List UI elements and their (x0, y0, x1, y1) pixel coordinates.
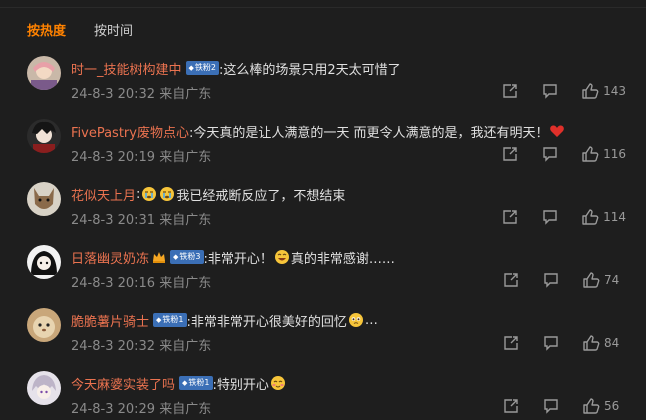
comment-actions: 84 (502, 333, 626, 353)
share-icon[interactable] (501, 82, 519, 100)
avatar[interactable] (27, 119, 61, 153)
comment-line: 日落幽灵奶冻 ◆ 铁粉3 :非常开心！ 真的非常感谢…… (71, 246, 395, 268)
comment-meta: 24-8-3 20:29 来自广东 (71, 402, 212, 417)
blush-emoji-icon (270, 375, 286, 391)
thumbs-up-icon[interactable] (582, 334, 600, 352)
laughing-emoji-icon (274, 249, 290, 265)
tab-by-popularity[interactable]: 按热度 (27, 22, 66, 42)
comment-icon[interactable] (541, 82, 559, 100)
like-count: 74 (604, 273, 620, 287)
like-count: 116 (603, 147, 626, 161)
comment-text: :非常开心！ (203, 251, 273, 267)
comment-meta: 24-8-3 20:19 来自广东 (71, 150, 212, 165)
pleading-emoji-icon (348, 312, 364, 328)
like-count: 56 (604, 399, 620, 413)
username[interactable]: 今天麻婆实装了吗 (71, 374, 175, 393)
comment-icon[interactable] (542, 397, 560, 415)
comment-actions: 74 (502, 270, 626, 290)
avatar[interactable] (27, 371, 61, 405)
like-count: 143 (603, 84, 626, 98)
thumbs-up-icon[interactable] (581, 145, 599, 163)
share-icon[interactable] (502, 334, 520, 352)
comment-item: 脆脆薯片骑士 ◆ 铁粉1 :非常非常开心很美好的回忆 … 24-8-3 20:32… (0, 308, 646, 372)
avatar[interactable] (27, 245, 61, 279)
comment-icon[interactable] (541, 145, 559, 163)
comment-text: :今天真的是让人满意的一天 而更令人满意的是，我还有明天！ (188, 125, 549, 141)
heart-icon (549, 123, 565, 139)
share-icon[interactable] (501, 145, 519, 163)
fan-badge[interactable]: ◆ 铁粉1 (179, 376, 213, 390)
comment-item: FivePastry废物点心 :今天真的是让人满意的一天 而更令人满意的是，我还… (0, 119, 646, 183)
comment-item: 今天麻婆实装了吗 ◆ 铁粉1 :特别开心 24-8-3 20:29 来自广东 56 (0, 371, 646, 420)
diamond-icon: ◆ (156, 316, 162, 324)
top-divider (0, 0, 646, 8)
username[interactable]: 花似天上月 (71, 185, 136, 204)
comment-item: 花似天上月 : 我已经戒断反应了，不想结束 24-8-3 20:31 来自广东 … (0, 182, 646, 246)
comment-line: FivePastry废物点心 :今天真的是让人满意的一天 而更令人满意的是，我还… (71, 120, 566, 142)
diamond-icon: ◆ (188, 64, 194, 72)
avatar[interactable] (27, 308, 61, 342)
crying-emoji-icon (159, 186, 175, 202)
comment-actions: 143 (501, 81, 626, 101)
username[interactable]: 时一_技能树构建中 (71, 59, 182, 78)
share-icon[interactable] (502, 397, 520, 415)
username[interactable]: 脆脆薯片骑士 (71, 311, 149, 330)
avatar[interactable] (27, 56, 61, 90)
username[interactable]: FivePastry废物点心 (71, 122, 189, 141)
fan-badge[interactable]: ◆ 铁粉3 (170, 250, 204, 264)
comment-actions: 114 (501, 207, 626, 227)
thumbs-up-icon[interactable] (582, 397, 600, 415)
comment-item: 日落幽灵奶冻 ◆ 铁粉3 :非常开心！ 真的非常感谢…… 24-8-3 20:16… (0, 245, 646, 309)
comment-text: :非常非常开心很美好的回忆 (186, 314, 347, 330)
avatar[interactable] (27, 182, 61, 216)
share-icon[interactable] (502, 271, 520, 289)
comment-icon[interactable] (542, 271, 560, 289)
crying-emoji-icon (141, 186, 157, 202)
like-count: 84 (604, 336, 620, 350)
like-count: 114 (603, 210, 626, 224)
username[interactable]: 日落幽灵奶冻 (71, 248, 149, 267)
comment-text-continued: 真的非常感谢…… (290, 251, 395, 267)
comment-actions: 116 (501, 144, 626, 164)
thumbs-up-icon[interactable] (581, 82, 599, 100)
tab-by-time[interactable]: 按时间 (94, 22, 133, 42)
share-icon[interactable] (501, 208, 519, 226)
crown-icon (152, 250, 166, 264)
comment-actions: 56 (502, 396, 626, 416)
comment-line: 今天麻婆实装了吗 ◆ 铁粉1 :特别开心 (71, 372, 287, 394)
comment-meta: 24-8-3 20:16 来自广东 (71, 276, 212, 291)
comment-meta: 24-8-3 20:32 来自广东 (71, 339, 212, 354)
comment-text: 我已经戒断反应了，不想结束 (176, 188, 346, 204)
comment-icon[interactable] (542, 334, 560, 352)
sort-tabs: 按热度 按时间 (27, 22, 133, 42)
comment-meta: 24-8-3 20:31 来自广东 (71, 213, 212, 228)
thumbs-up-icon[interactable] (582, 271, 600, 289)
comment-text-prefix: : (136, 186, 141, 202)
comment-text: :这么棒的场景只用2天太可惜了 (219, 62, 401, 78)
comment-line: 脆脆薯片骑士 ◆ 铁粉1 :非常非常开心很美好的回忆 … (71, 309, 378, 331)
comment-text: :特别开心 (212, 377, 269, 393)
diamond-icon: ◆ (182, 379, 188, 387)
comment-text-continued: … (364, 312, 378, 328)
thumbs-up-icon[interactable] (581, 208, 599, 226)
comment-meta: 24-8-3 20:32 来自广东 (71, 87, 212, 102)
comment-icon[interactable] (541, 208, 559, 226)
comment-line: 花似天上月 : 我已经戒断反应了，不想结束 (71, 183, 345, 205)
fan-badge[interactable]: ◆ 铁粉2 (185, 61, 219, 75)
comment-item: 时一_技能树构建中 ◆ 铁粉2 :这么棒的场景只用2天太可惜了 24-8-3 20… (0, 56, 646, 120)
fan-badge[interactable]: ◆ 铁粉1 (153, 313, 187, 327)
comment-line: 时一_技能树构建中 ◆ 铁粉2 :这么棒的场景只用2天太可惜了 (71, 57, 401, 79)
diamond-icon: ◆ (173, 253, 179, 261)
